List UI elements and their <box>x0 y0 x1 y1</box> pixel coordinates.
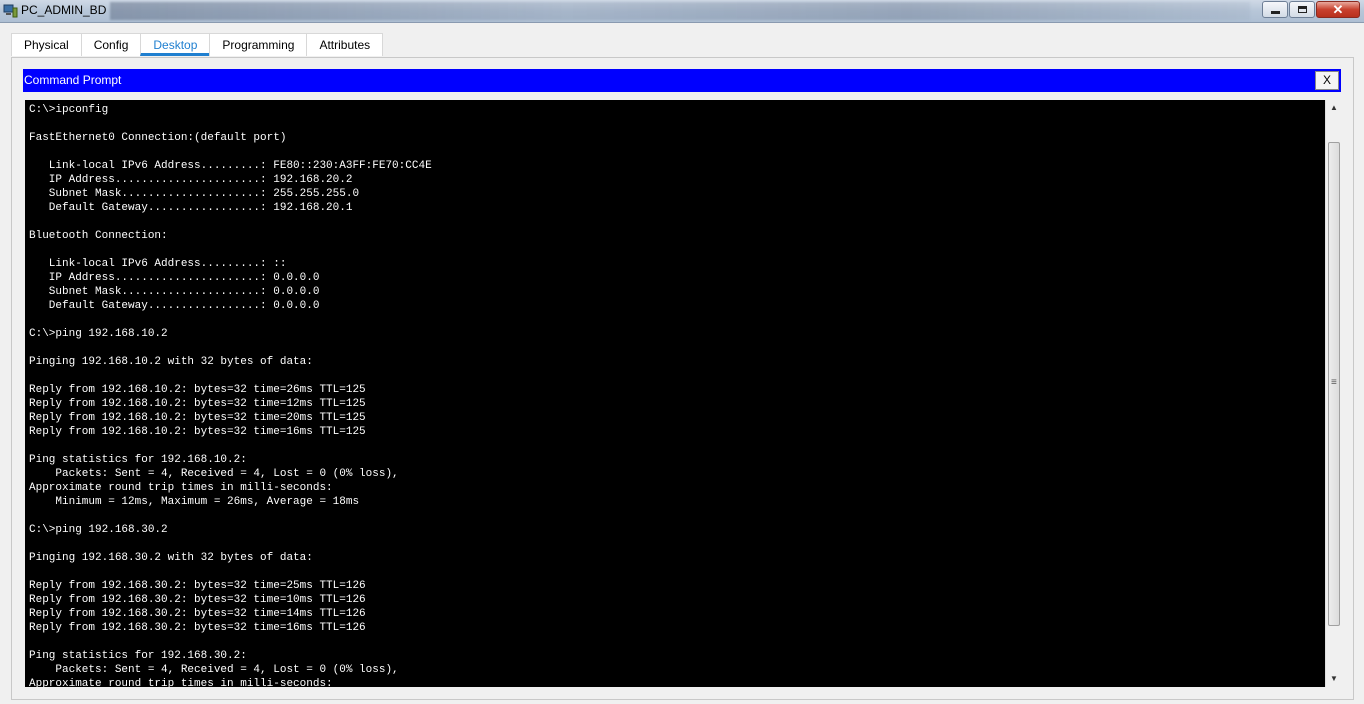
terminal-scrollbar[interactable]: ▲ ≡ ▼ <box>1325 100 1341 687</box>
scroll-down-icon[interactable]: ▼ <box>1326 671 1342 687</box>
tab-desktop[interactable]: Desktop <box>140 33 211 56</box>
tab-attributes[interactable]: Attributes <box>306 33 384 56</box>
terminal-output[interactable]: C:\>ipconfig FastEthernet0 Connection:(d… <box>25 100 1325 687</box>
tab-programming[interactable]: Programming <box>209 33 308 56</box>
packet-tracer-pc-icon <box>3 4 18 18</box>
command-prompt-close-button[interactable]: X <box>1315 71 1339 90</box>
tab-physical[interactable]: Physical <box>11 33 82 56</box>
close-window-button[interactable]: ✕ <box>1316 1 1360 18</box>
command-prompt-header: Command Prompt X <box>23 69 1341 92</box>
title-bar-background <box>110 2 1250 20</box>
device-tabs: Physical Config Desktop Programming Attr… <box>11 33 384 57</box>
scroll-up-icon[interactable]: ▲ <box>1326 100 1342 116</box>
window-title-bar[interactable]: PC_ADMIN_BD ✕ <box>0 0 1364 23</box>
minimize-button[interactable] <box>1262 1 1288 18</box>
terminal-text: C:\>ipconfig FastEthernet0 Connection:(d… <box>29 104 432 687</box>
scrollbar-thumb[interactable]: ≡ <box>1328 142 1340 626</box>
grip-icon: ≡ <box>1331 377 1337 388</box>
restore-icon <box>1297 6 1307 13</box>
window-title: PC_ADMIN_BD <box>21 3 107 17</box>
close-icon: ✕ <box>1332 1 1344 17</box>
command-prompt-title: Command Prompt <box>24 73 122 87</box>
tab-config[interactable]: Config <box>80 33 142 56</box>
maximize-button[interactable] <box>1289 1 1315 18</box>
minimize-icon <box>1270 11 1280 14</box>
